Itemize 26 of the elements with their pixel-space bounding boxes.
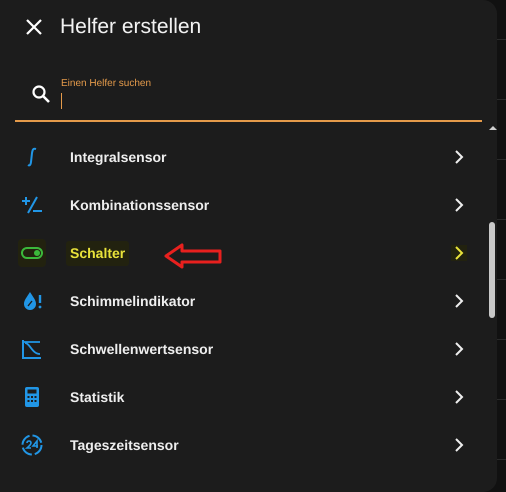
dialog-title: Helfer erstellen bbox=[60, 14, 202, 40]
helper-name: Statistik bbox=[69, 388, 126, 406]
helper-list-item[interactable]: Schalter bbox=[0, 229, 497, 277]
annotation-arrow bbox=[164, 242, 224, 270]
close-icon bbox=[25, 18, 43, 36]
search-label: Einen Helfer suchen bbox=[61, 79, 152, 89]
search-field[interactable]: Einen Helfer suchen bbox=[15, 68, 482, 122]
helper-name: Tageszeitsensor bbox=[69, 436, 180, 455]
integral-icon bbox=[26, 147, 38, 167]
helper-list-item[interactable]: Integralsensor bbox=[0, 133, 497, 181]
helper-name: Schwellenwertsensor bbox=[69, 340, 214, 358]
clock-24-icon bbox=[20, 433, 44, 457]
search-icon bbox=[31, 84, 51, 104]
scroll-up-icon[interactable] bbox=[488, 125, 497, 131]
chevron-right-icon bbox=[451, 245, 467, 261]
helper-name: Integralsensor bbox=[69, 148, 168, 167]
helper-name: Schalter bbox=[66, 240, 130, 266]
helper-list-item[interactable]: Statistik bbox=[0, 373, 497, 421]
helper-name: Schimmelindikator bbox=[69, 292, 196, 310]
helper-list-item[interactable]: Schwellenwertsensor bbox=[0, 325, 497, 373]
helper-list-item[interactable]: Kombinationssensor bbox=[0, 181, 497, 229]
helper-name: Kombinationssensor bbox=[69, 196, 210, 214]
scrollbar-thumb[interactable] bbox=[489, 222, 495, 318]
helper-list-item[interactable]: Tageszeitsensor bbox=[0, 421, 497, 469]
helper-list-item[interactable]: Schimmelindikator bbox=[0, 277, 497, 325]
threshold-chart-icon bbox=[20, 337, 44, 361]
